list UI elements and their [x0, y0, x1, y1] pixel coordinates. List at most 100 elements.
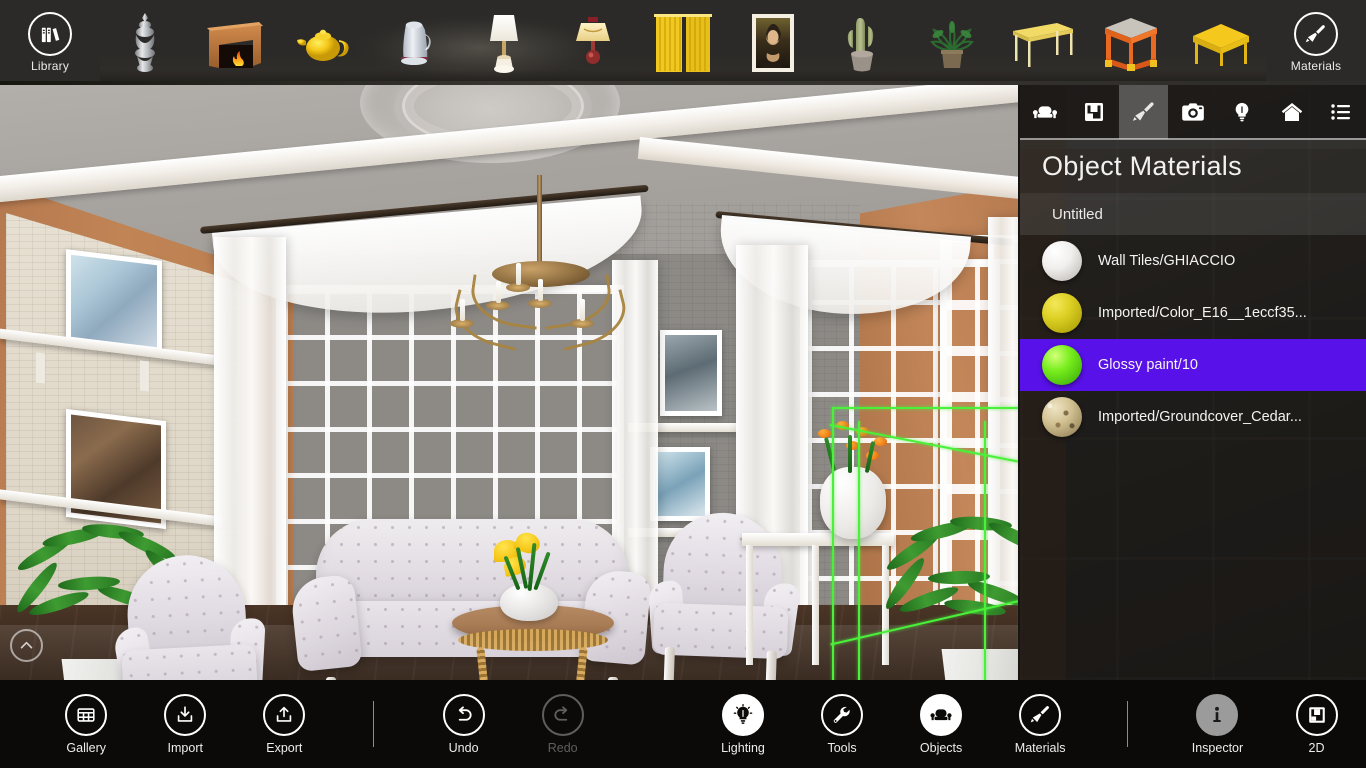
gallery-label: Gallery: [66, 740, 106, 755]
tab-lighting[interactable]: [1218, 85, 1267, 139]
material-row[interactable]: Imported/Groundcover_Cedar...: [1020, 391, 1366, 443]
plant-pot: [941, 649, 1018, 680]
panel-title: Object Materials: [1020, 140, 1366, 193]
library-item-yellow-coffee-table[interactable]: [1182, 0, 1260, 85]
tab-objects[interactable]: [1020, 85, 1069, 139]
armchair-leg: [662, 646, 675, 680]
materials-label: Materials: [1014, 740, 1066, 755]
bottom-toolbar: Gallery Import Export Undo Redo Lighting…: [0, 680, 1366, 768]
paint-brush-icon: [1019, 693, 1062, 736]
paint-brush-icon: [1132, 101, 1154, 121]
armchair-seat: [121, 643, 258, 680]
library-label: Library: [30, 59, 70, 73]
redo-arrow-icon: [541, 693, 584, 736]
viewport-collapse-button[interactable]: [10, 629, 43, 662]
fabric-pattern: [289, 573, 363, 673]
fabric-pattern: [121, 643, 258, 680]
sofa-arm-left: [289, 573, 363, 673]
chandelier-candle: [496, 281, 501, 303]
material-list: Wall Tiles/GHIACCIO Imported/Color_E16__…: [1020, 235, 1366, 680]
library-item-orange-side-table[interactable]: [1092, 0, 1170, 85]
plant-frond: [986, 518, 1018, 557]
material-swatch: [1042, 293, 1082, 333]
library-item-yellow-curtains[interactable]: [644, 0, 722, 85]
tab-camera[interactable]: [1168, 85, 1217, 139]
undo-label: Undo: [448, 740, 479, 755]
tab-home[interactable]: [1267, 85, 1316, 139]
tab-list[interactable]: [1317, 85, 1366, 139]
materials-library-button[interactable]: Materials: [1266, 0, 1366, 85]
lighting-button[interactable]: Lighting: [693, 680, 792, 768]
object-materials-panel: Object Materials Untitled Wall Tiles/GHI…: [1020, 85, 1366, 680]
tab-floorplan[interactable]: [1069, 85, 1118, 139]
materials-library-label: Materials: [1290, 59, 1342, 73]
armchair-icon: [920, 693, 963, 736]
library-item-mona-lisa-painting[interactable]: [734, 0, 812, 85]
material-group-label: Untitled: [1020, 193, 1366, 235]
gallery-button[interactable]: Gallery: [37, 680, 136, 768]
material-name: Imported/Color_E16__1eccf35...: [1098, 305, 1307, 321]
wrench-icon: [821, 693, 864, 736]
library-item-wall-sconce[interactable]: [554, 0, 632, 85]
chandelier: [430, 175, 650, 375]
potted-plant-right[interactable]: [881, 514, 1018, 680]
library-item-silver-vase[interactable]: [106, 0, 184, 85]
2d-view-button[interactable]: 2D: [1267, 680, 1366, 768]
orange-flower-vase[interactable]: [820, 467, 886, 539]
material-swatch: [1042, 397, 1082, 437]
chandelier-candle: [580, 299, 585, 321]
chandelier-candle: [460, 299, 465, 321]
shelf-bracket: [140, 360, 149, 392]
home-icon: [1281, 102, 1303, 121]
tab-materials[interactable]: [1118, 85, 1169, 139]
framed-picture-grey: [660, 330, 722, 416]
armchair-left[interactable]: [112, 551, 274, 680]
export-label: Export: [266, 740, 303, 755]
library-button[interactable]: Library: [0, 0, 100, 85]
top-library-toolbar: Library Materials: [0, 0, 1366, 85]
table-leg: [476, 646, 492, 680]
chandelier-rod: [537, 175, 542, 267]
inspector-button[interactable]: Inspector: [1168, 680, 1267, 768]
material-name: Glossy paint/10: [1098, 357, 1198, 373]
library-item-white-pitcher[interactable]: [375, 0, 453, 85]
scene-render: [0, 85, 1018, 680]
framed-picture-blue: [66, 249, 162, 353]
viewport-3d[interactable]: [0, 85, 1018, 680]
import-label: Import: [167, 740, 203, 755]
import-button[interactable]: Import: [136, 680, 235, 768]
lightbulb-icon: [721, 693, 764, 736]
shelf-bracket: [36, 352, 45, 384]
material-swatch: [1042, 345, 1082, 385]
library-item-fireplace[interactable]: [196, 0, 274, 85]
table-leg: [572, 646, 588, 680]
library-item-cactus-plant[interactable]: [823, 0, 901, 85]
library-item-strip: [100, 0, 1266, 85]
redo-button[interactable]: Redo: [513, 680, 612, 768]
2d-label: 2D: [1308, 740, 1325, 755]
panel-tab-bar: [1020, 85, 1366, 140]
inspector-label: Inspector: [1191, 740, 1244, 755]
material-row[interactable]: Wall Tiles/GHIACCIO: [1020, 235, 1366, 287]
export-button[interactable]: Export: [235, 680, 334, 768]
material-row[interactable]: Imported/Color_E16__1eccf35...: [1020, 287, 1366, 339]
upload-box-icon: [263, 693, 306, 736]
console-table[interactable]: [742, 533, 894, 680]
camera-icon: [1182, 102, 1204, 121]
objects-button[interactable]: Objects: [892, 680, 991, 768]
material-name: Wall Tiles/GHIACCIO: [1098, 253, 1236, 269]
info-icon: [1196, 693, 1239, 736]
library-item-potted-plant[interactable]: [913, 0, 991, 85]
lightbulb-icon: [1236, 102, 1249, 121]
undo-arrow-icon: [442, 693, 485, 736]
materials-button[interactable]: Materials: [991, 680, 1090, 768]
tools-button[interactable]: Tools: [793, 680, 892, 768]
library-item-yellow-teapot[interactable]: [285, 0, 363, 85]
material-swatch: [1042, 241, 1082, 281]
objects-label: Objects: [919, 740, 963, 755]
material-row-selected[interactable]: Glossy paint/10: [1020, 339, 1366, 391]
lighting-label: Lighting: [721, 740, 765, 755]
library-item-yellow-table[interactable]: [1003, 0, 1081, 85]
undo-button[interactable]: Undo: [414, 680, 513, 768]
library-item-table-lamp[interactable]: [465, 0, 543, 85]
